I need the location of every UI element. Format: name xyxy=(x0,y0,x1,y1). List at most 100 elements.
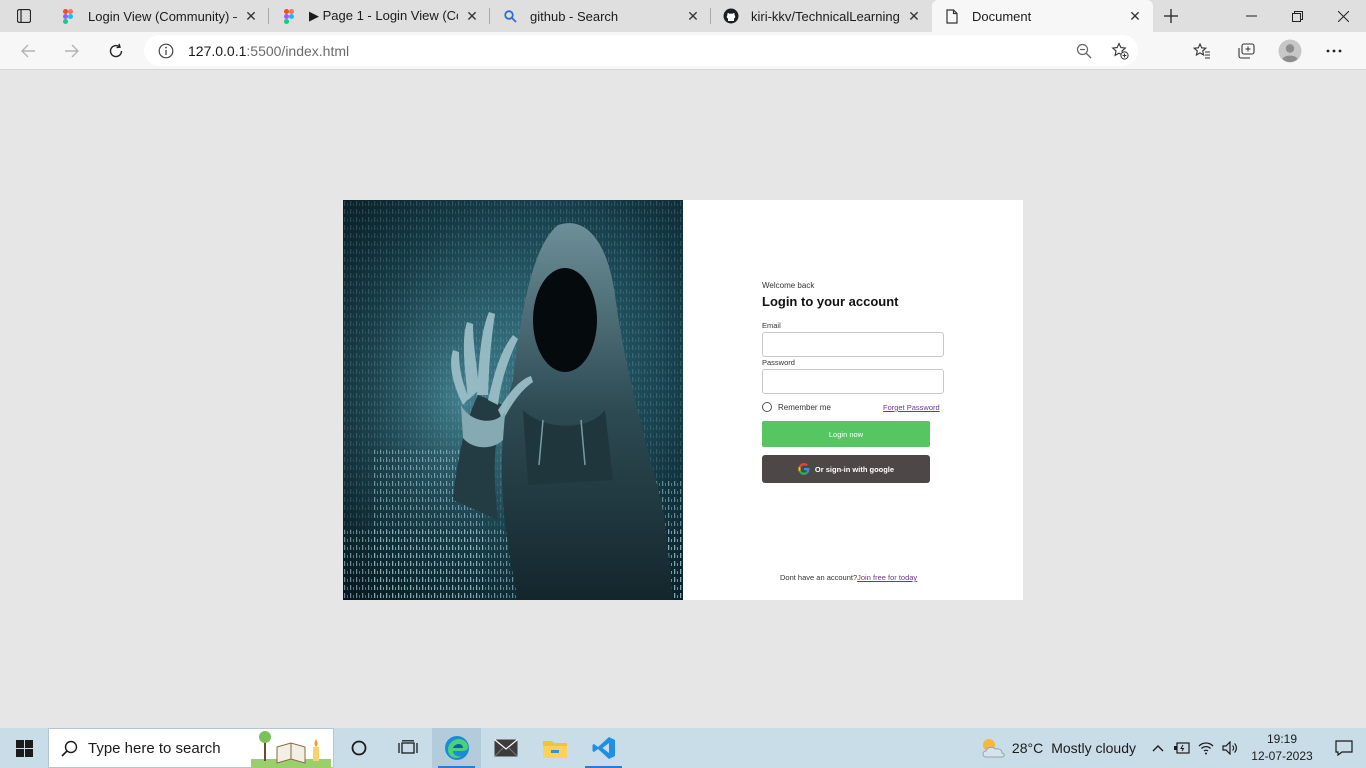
battery-button[interactable] xyxy=(1170,728,1194,768)
password-field[interactable] xyxy=(762,369,944,394)
zoom-out-icon xyxy=(1076,43,1092,58)
address-bar-actions xyxy=(1066,35,1138,66)
battery-plug-icon xyxy=(1174,742,1190,754)
url-host: 127.0.0.1 xyxy=(188,42,247,59)
browser-tab-strip: Login View (Community) – Fig ✕ ▶ Page 1 … xyxy=(0,0,1366,32)
google-button-label: Or sign-in with google xyxy=(814,464,895,474)
taskbar-mail-button[interactable] xyxy=(481,728,530,768)
refresh-button[interactable] xyxy=(94,35,138,67)
login-card: Welcome back Login to your account Email… xyxy=(343,200,1023,600)
email-field[interactable] xyxy=(762,332,944,357)
weather-widget[interactable]: 28°C Mostly cloudy xyxy=(980,737,1136,759)
windows-taskbar: Type here to search 28°C Mostly cloudy 1… xyxy=(0,728,1366,768)
remember-me-label: Remember me xyxy=(778,402,831,412)
welcome-text: Welcome back xyxy=(762,281,815,290)
tab-title: github - Search xyxy=(530,8,619,24)
zoom-button[interactable] xyxy=(1066,35,1102,66)
document-icon xyxy=(944,8,960,24)
system-tray: 28°C Mostly cloudy 19:19 12-07-2023 xyxy=(980,728,1366,768)
taskbar-vscode-button[interactable] xyxy=(579,728,628,768)
forward-button[interactable] xyxy=(50,35,94,67)
taskbar-edge-button[interactable] xyxy=(432,728,481,768)
collections-icon xyxy=(1237,43,1255,59)
network-button[interactable] xyxy=(1194,728,1218,768)
favorites-icon xyxy=(1193,43,1210,59)
close-icon xyxy=(1337,10,1349,22)
task-view-button[interactable] xyxy=(383,728,432,768)
back-button[interactable] xyxy=(6,35,50,67)
forgot-password-link[interactable]: Forget Password xyxy=(883,403,940,412)
github-icon xyxy=(723,8,739,24)
add-favorite-button[interactable] xyxy=(1102,35,1138,66)
close-tab-icon[interactable]: ✕ xyxy=(464,8,480,24)
taskbar-file-explorer-button[interactable] xyxy=(530,728,579,768)
close-tab-icon[interactable]: ✕ xyxy=(1127,8,1143,24)
minimize-button[interactable] xyxy=(1228,0,1274,32)
notifications-button[interactable] xyxy=(1322,728,1366,768)
restore-button[interactable] xyxy=(1274,0,1320,32)
figma-icon xyxy=(281,8,297,24)
info-icon xyxy=(158,43,174,58)
search-placeholder: Type here to search xyxy=(88,739,221,757)
start-button[interactable] xyxy=(0,728,48,768)
taskbar-clock[interactable]: 19:19 12-07-2023 xyxy=(1242,731,1322,765)
login-button[interactable]: Login now xyxy=(762,421,930,447)
weather-description: Mostly cloudy xyxy=(1051,740,1136,756)
browser-toolbar: 127.0.0.1:5500/index.html xyxy=(0,32,1366,70)
signup-link[interactable]: Join free for today xyxy=(857,573,917,582)
search-highlight-illustration xyxy=(251,731,331,768)
search-icon xyxy=(502,8,518,24)
star-add-icon xyxy=(1111,41,1129,60)
url-text: 127.0.0.1:5500/index.html xyxy=(188,43,349,59)
browser-tab[interactable]: ▶ Page 1 - Login View (Comm ✕ xyxy=(269,0,490,32)
restore-icon xyxy=(1291,10,1303,22)
close-window-button[interactable] xyxy=(1320,0,1366,32)
tab-title: Login View (Community) – Fig xyxy=(88,8,237,24)
collections-button[interactable] xyxy=(1224,35,1268,67)
favorites-button[interactable] xyxy=(1180,35,1224,67)
clock-date: 12-07-2023 xyxy=(1251,749,1313,763)
show-hidden-icons-button[interactable] xyxy=(1146,728,1170,768)
close-tab-icon[interactable]: ✕ xyxy=(685,8,701,24)
chevron-up-icon xyxy=(1152,745,1164,752)
signup-prompt: Dont have an account?Join free for today xyxy=(780,573,917,582)
volume-button[interactable] xyxy=(1218,728,1242,768)
browser-tab[interactable]: kiri-kkv/TechnicalLearning ✕ xyxy=(711,0,932,32)
tab-title: kiri-kkv/TechnicalLearning xyxy=(751,8,900,24)
settings-more-button[interactable] xyxy=(1312,35,1356,67)
avatar-icon xyxy=(1278,39,1302,63)
hacker-hero-image xyxy=(343,200,683,600)
google-signin-button[interactable]: Or sign-in with google xyxy=(762,455,930,483)
search-icon xyxy=(61,740,78,757)
browser-tab[interactable]: github - Search ✕ xyxy=(490,0,711,32)
profile-button[interactable] xyxy=(1268,35,1312,67)
tab-actions-button[interactable] xyxy=(0,0,48,32)
new-tab-button[interactable] xyxy=(1153,0,1189,32)
clock-time: 19:19 xyxy=(1266,732,1298,746)
taskbar-search-box[interactable]: Type here to search xyxy=(48,728,334,768)
address-bar[interactable]: 127.0.0.1:5500/index.html xyxy=(144,35,1138,66)
close-tab-icon[interactable]: ✕ xyxy=(243,8,259,24)
remember-me-radio[interactable] xyxy=(762,402,772,412)
folder-icon xyxy=(542,741,567,758)
remember-me-option[interactable]: Remember me xyxy=(762,402,831,412)
weather-temperature: 28°C xyxy=(1011,740,1044,756)
more-icon xyxy=(1326,49,1342,53)
page-title: Login to your account xyxy=(762,294,899,309)
login-form: Welcome back Login to your account Email… xyxy=(683,200,1023,600)
signup-prompt-text: Dont have an account? xyxy=(780,573,858,582)
tab-title: Document xyxy=(972,8,1032,24)
minimize-icon xyxy=(1245,15,1257,17)
browser-toolbar-actions xyxy=(1180,35,1356,67)
vscode-icon xyxy=(592,737,615,759)
arrow-left-icon xyxy=(21,44,35,57)
browser-tab-active[interactable]: Document ✕ xyxy=(932,0,1153,32)
tab-title: ▶ Page 1 - Login View (Comm xyxy=(309,8,458,23)
browser-tab[interactable]: Login View (Community) – Fig ✕ xyxy=(48,0,269,32)
mail-icon xyxy=(493,739,518,757)
plus-icon xyxy=(1164,9,1178,23)
url-path: :5500/index.html xyxy=(246,42,350,59)
password-label: Password xyxy=(762,358,795,367)
close-tab-icon[interactable]: ✕ xyxy=(906,8,922,24)
cortana-button[interactable] xyxy=(334,728,383,768)
